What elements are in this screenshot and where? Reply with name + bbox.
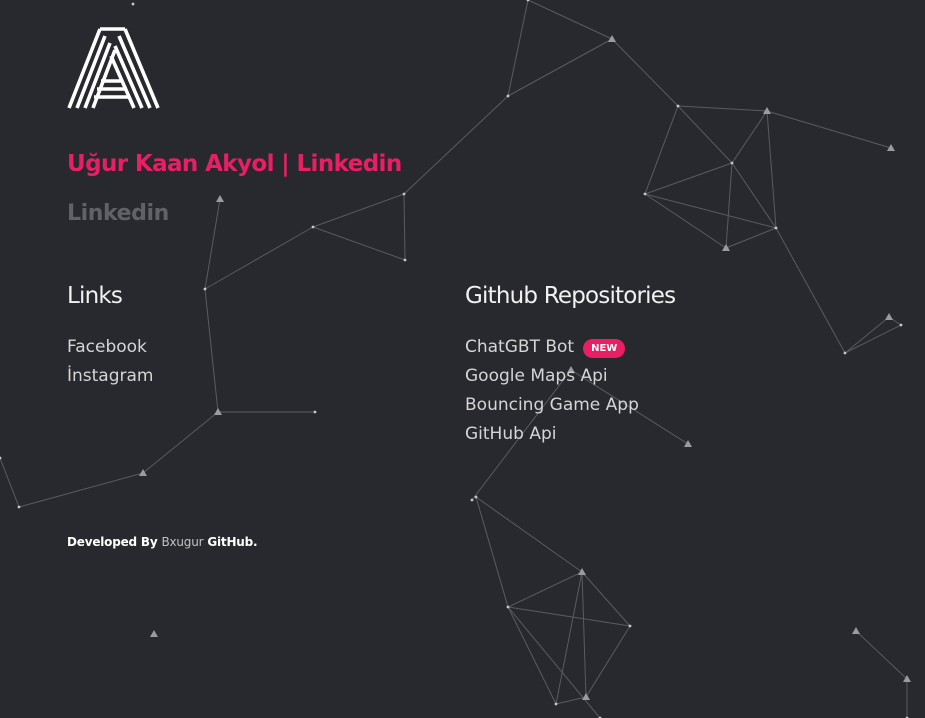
site-title-link[interactable]: Uğur Kaan Akyol | Linkedin <box>67 151 402 177</box>
network-line <box>644 105 679 195</box>
network-line <box>555 696 587 705</box>
network-node <box>730 161 734 165</box>
network-line <box>18 472 144 508</box>
network-line <box>204 226 314 290</box>
list-item: Google Maps Api <box>465 363 639 392</box>
network-node <box>578 568 586 575</box>
network-line <box>581 571 587 698</box>
new-badge: NEW <box>583 339 626 358</box>
network-node <box>470 498 474 502</box>
facebook-link[interactable]: Facebook <box>67 337 147 357</box>
network-node <box>676 104 680 108</box>
network-node <box>216 195 224 202</box>
network-line <box>475 496 583 573</box>
chatgbt-bot-link[interactable]: ChatGBT Bot <box>465 337 574 357</box>
page-background: Uğur Kaan Akyol | Linkedin Linkedin Link… <box>0 0 925 718</box>
network-line <box>585 625 631 698</box>
network-node <box>628 624 632 628</box>
network-line <box>312 193 405 228</box>
network-line <box>403 95 509 195</box>
footer-suffix: GitHub. <box>207 535 258 549</box>
network-node <box>722 244 730 251</box>
list-item: Facebook <box>67 334 154 363</box>
network-node <box>643 192 647 196</box>
network-node <box>526 0 530 2</box>
network-node <box>139 469 147 476</box>
list-item: İnstagram <box>67 363 154 392</box>
network-line <box>0 457 20 508</box>
network-node <box>774 226 778 230</box>
list-item: GitHub Api <box>465 421 639 450</box>
network-node <box>311 225 315 229</box>
network-line <box>677 105 733 164</box>
network-node <box>402 192 406 196</box>
network-line <box>555 571 583 705</box>
network-node <box>474 495 478 499</box>
network-line <box>731 110 768 164</box>
network-line <box>204 288 219 413</box>
network-line <box>844 316 890 354</box>
network-node <box>17 505 21 509</box>
google-maps-api-link[interactable]: Google Maps Api <box>465 366 608 386</box>
repositories-list: ChatGBT Bot NEW Google Maps Api Bouncing … <box>465 334 639 450</box>
network-line <box>644 193 727 249</box>
subtitle: Linkedin <box>67 201 169 226</box>
network-line <box>142 411 219 474</box>
network-node <box>554 702 558 706</box>
network-line <box>507 571 583 608</box>
network-line <box>527 0 613 40</box>
network-node <box>852 627 860 634</box>
network-node <box>506 605 510 609</box>
links-list: Facebook İnstagram <box>67 334 154 392</box>
network-line <box>507 606 601 718</box>
footer-credit: Developed By Bxugur GitHub. <box>67 535 258 549</box>
network-line <box>204 198 221 290</box>
network-node <box>313 410 317 414</box>
network-line <box>766 110 892 149</box>
network-node <box>843 351 847 355</box>
network-node <box>582 693 590 700</box>
network-line <box>775 227 846 354</box>
network-node <box>885 313 893 320</box>
network-line <box>507 38 613 97</box>
github-api-link[interactable]: GitHub Api <box>465 424 556 444</box>
links-heading: Links <box>67 283 123 309</box>
network-node <box>899 323 903 327</box>
network-line <box>855 630 908 680</box>
author-link[interactable]: Bxugur <box>161 535 203 549</box>
network-line <box>725 227 777 249</box>
network-line <box>312 226 406 261</box>
network-node <box>608 35 616 42</box>
network-node <box>203 287 207 291</box>
network-line <box>403 193 406 261</box>
footer-prefix: Developed By <box>67 535 158 549</box>
network-node <box>403 258 407 262</box>
bouncing-game-app-link[interactable]: Bouncing Game App <box>465 395 639 415</box>
network-line <box>844 324 902 354</box>
network-line <box>644 162 733 195</box>
network-line <box>581 571 631 627</box>
network-line <box>475 496 509 608</box>
github-repositories-heading: Github Repositories <box>465 283 676 309</box>
list-item: ChatGBT Bot NEW <box>465 334 639 363</box>
network-node <box>131 2 135 6</box>
network-line <box>507 0 529 97</box>
logo-icon[interactable] <box>67 27 160 110</box>
network-node <box>0 456 2 460</box>
instagram-link[interactable]: İnstagram <box>67 366 154 386</box>
list-item: Bouncing Game App <box>465 392 639 421</box>
network-line <box>766 110 777 229</box>
network-node <box>150 630 158 637</box>
network-node <box>506 94 510 98</box>
network-line <box>725 162 733 249</box>
network-line <box>611 38 679 107</box>
network-node <box>684 440 692 447</box>
network-line <box>507 606 631 627</box>
network-line <box>677 105 768 112</box>
